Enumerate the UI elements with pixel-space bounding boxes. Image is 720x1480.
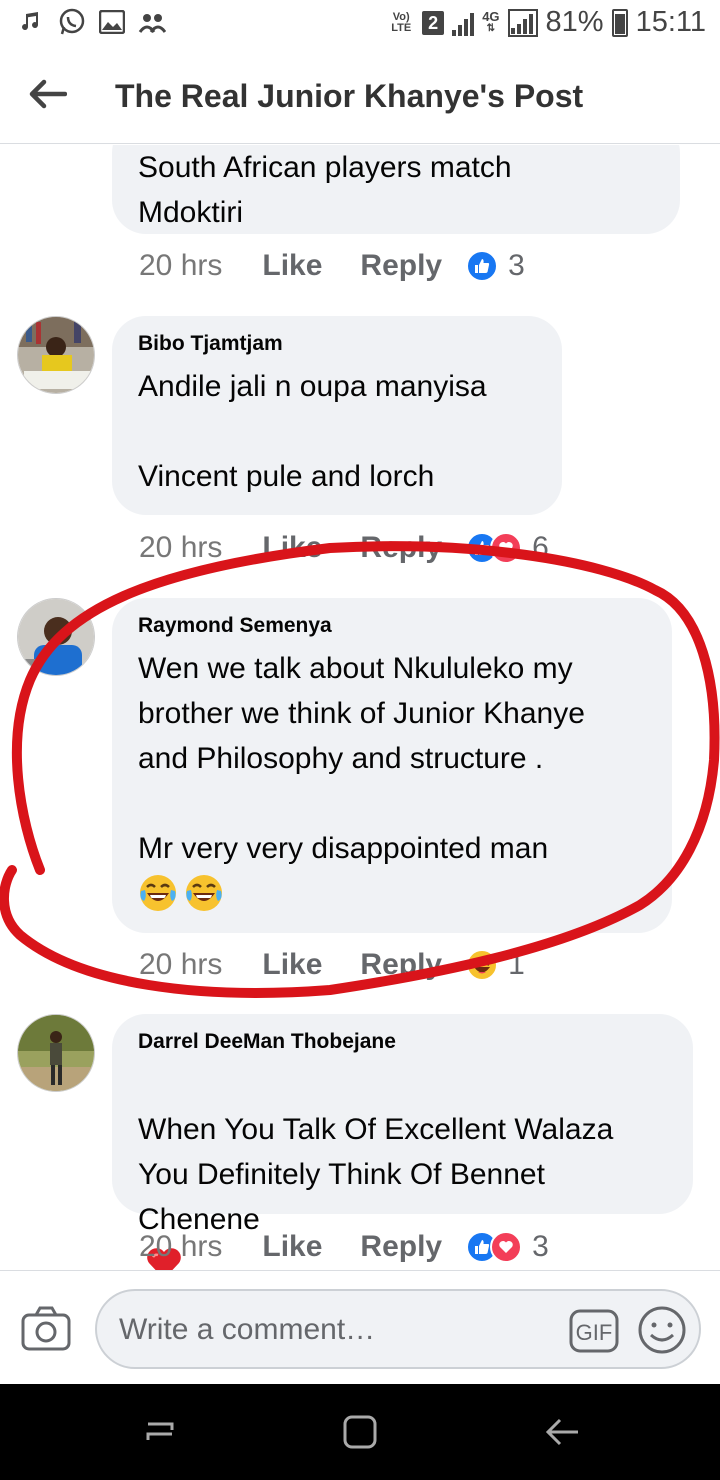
reaction-count: 3: [508, 249, 525, 282]
comment-bubble[interactable]: Raymond Semenya Wen we talk about Nkulul…: [112, 598, 672, 933]
volte-indicator: Vo) LTE: [391, 10, 412, 34]
recent-apps-button[interactable]: [140, 1412, 180, 1452]
love-reaction-icon: [490, 1231, 523, 1263]
comment-author[interactable]: Raymond Semenya: [138, 614, 646, 638]
like-button[interactable]: Like: [262, 1230, 322, 1264]
camera-icon: [21, 1306, 71, 1351]
system-navigation-bar: [0, 1384, 720, 1480]
comment-input[interactable]: Write a comment… GIF: [95, 1289, 701, 1369]
back-arrow-icon: [29, 79, 67, 109]
comment-composer: Write a comment… GIF: [0, 1270, 720, 1384]
comment-text-body: When You Talk Of Excellent Walaza You De…: [138, 1113, 614, 1236]
like-button[interactable]: Like: [262, 531, 322, 565]
comment-timestamp[interactable]: 20 hrs: [139, 1230, 222, 1264]
comments-list[interactable]: South African players match Mdoktiri 20 …: [0, 145, 720, 1270]
comment-timestamp[interactable]: 20 hrs: [139, 531, 222, 565]
svg-text:GIF: GIF: [576, 1320, 613, 1345]
signal-icon: [452, 10, 475, 36]
reply-button[interactable]: Reply: [360, 948, 442, 982]
reactions-summary[interactable]: 3: [466, 249, 525, 283]
status-bar: Vo) LTE 2 4G ⇅ 81% 15:11: [0, 0, 720, 48]
clock: 15:11: [635, 6, 706, 38]
avatar[interactable]: [17, 316, 95, 394]
back-nav-button[interactable]: [542, 1412, 582, 1452]
comment-text: Andile jali n oupa manyisa Vincent pule …: [138, 370, 487, 493]
comment-timestamp[interactable]: 20 hrs: [139, 249, 222, 283]
back-nav-icon: [545, 1418, 578, 1446]
gallery-icon: [98, 8, 126, 36]
comment-emoji-row: [138, 873, 646, 913]
battery-percent: 81%: [545, 6, 604, 38]
comment-bubble[interactable]: Darrel DeeMan Thobejane When You Talk Of…: [112, 1014, 693, 1270]
gif-button[interactable]: GIF: [569, 1309, 619, 1353]
group-icon: [138, 8, 166, 36]
comment-bubble[interactable]: Bibo Tjamtjam Andile jali n oupa manyisa…: [112, 316, 562, 515]
like-reaction-icon: [466, 250, 499, 282]
recent-apps-icon: [146, 1422, 174, 1440]
camera-button[interactable]: [20, 1305, 72, 1353]
network-type: 4G ⇅: [482, 8, 500, 34]
love-reaction-icon: [490, 532, 523, 564]
comment-actions: 20 hrs Like Reply 6: [139, 531, 549, 565]
comment-author[interactable]: Bibo Tjamtjam: [138, 332, 536, 356]
haha-reaction-icon: [466, 949, 499, 981]
like-button[interactable]: Like: [262, 249, 322, 283]
home-icon: [343, 1415, 377, 1449]
reactions-summary[interactable]: 6: [466, 531, 549, 565]
comment-timestamp[interactable]: 20 hrs: [139, 948, 222, 982]
reply-button[interactable]: Reply: [360, 249, 442, 283]
comment-text: South African players match Mdoktiri: [138, 151, 512, 229]
comment-author[interactable]: Darrel DeeMan Thobejane: [138, 1030, 667, 1054]
avatar[interactable]: [17, 1014, 95, 1092]
tears-of-joy-emoji-icon: [140, 875, 176, 911]
system-status: Vo) LTE 2 4G ⇅ 81% 15:11: [388, 6, 706, 39]
reactions-summary[interactable]: 3: [466, 1230, 549, 1264]
notification-icons: [18, 8, 166, 36]
reaction-count: 1: [508, 948, 525, 981]
comment-actions: 20 hrs Like Reply 1: [139, 948, 525, 982]
smiley-icon: [638, 1306, 686, 1354]
music-notification-icon: [18, 8, 46, 36]
battery-icon: [611, 8, 628, 37]
reply-button[interactable]: Reply: [360, 531, 442, 565]
comment-actions: 20 hrs Like Reply 3: [139, 1230, 549, 1264]
signal-icon-2: [507, 8, 538, 37]
whatsapp-icon: [58, 8, 86, 36]
sim-indicator: 2: [422, 10, 445, 35]
reaction-count: 6: [532, 531, 549, 564]
back-button[interactable]: [22, 68, 74, 120]
emoji-button[interactable]: [637, 1305, 687, 1355]
like-button[interactable]: Like: [262, 948, 322, 982]
comment-input-placeholder: Write a comment…: [119, 1313, 376, 1346]
reply-button[interactable]: Reply: [360, 1230, 442, 1264]
gif-icon: GIF: [569, 1309, 619, 1353]
home-button[interactable]: [340, 1412, 380, 1452]
avatar[interactable]: [17, 598, 95, 676]
comment-text: Wen we talk about Nkululeko my brother w…: [138, 652, 585, 865]
comment-actions: 20 hrs Like Reply 3: [139, 249, 525, 283]
comment-bubble[interactable]: South African players match Mdoktiri: [112, 145, 680, 234]
app-header: The Real Junior Khanye's Post: [0, 48, 720, 144]
reaction-count: 3: [532, 1230, 549, 1263]
page-title: The Real Junior Khanye's Post: [115, 78, 584, 114]
reactions-summary[interactable]: 1: [466, 948, 525, 982]
tears-of-joy-emoji-icon: [186, 875, 222, 911]
